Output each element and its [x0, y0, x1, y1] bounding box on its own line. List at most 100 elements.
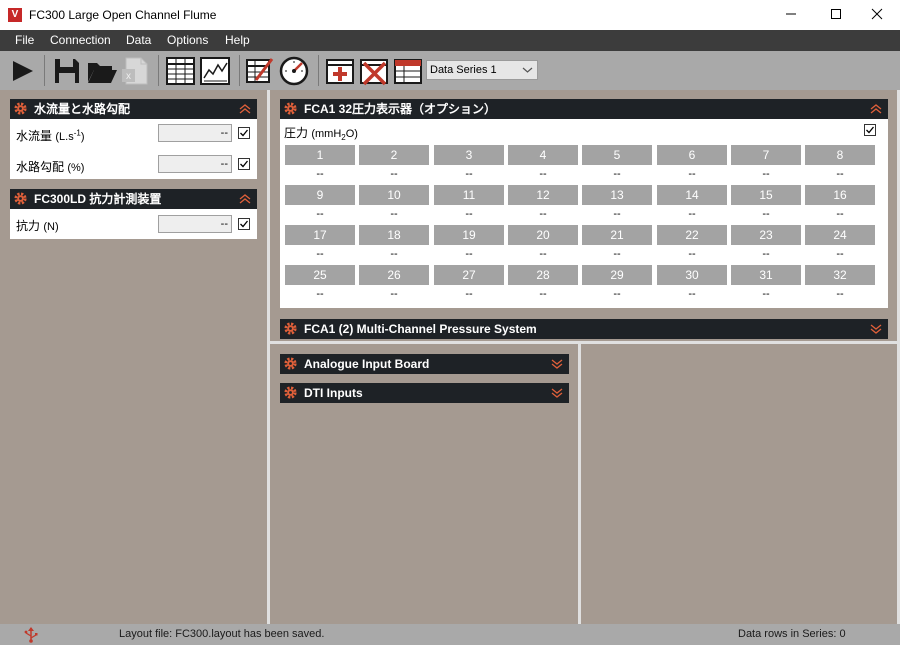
- data-series-selected: Data Series 1: [430, 64, 497, 76]
- gear-icon[interactable]: [283, 356, 298, 371]
- play-icon[interactable]: [10, 54, 36, 87]
- pressure-channel-header: 4: [508, 145, 578, 165]
- chevron-down-double-icon[interactable]: [551, 386, 563, 400]
- add-series-icon[interactable]: [324, 54, 356, 87]
- drag-panel-title: FC300LD 抗力計測装置: [34, 192, 162, 206]
- app-logo-icon: V: [8, 8, 22, 22]
- gear-icon[interactable]: [283, 321, 298, 336]
- pressure-channel-value: --: [465, 288, 473, 300]
- pressure-channel-value: --: [316, 208, 324, 220]
- gear-icon[interactable]: [283, 101, 298, 116]
- gear-icon[interactable]: [13, 191, 28, 206]
- horizontal-pane-splitter[interactable]: [270, 341, 900, 344]
- chevron-up-double-icon[interactable]: [239, 102, 251, 116]
- pressure-channel-value: --: [836, 248, 844, 260]
- left-pane-splitter[interactable]: [267, 90, 270, 624]
- pressure-channel-value: --: [316, 248, 324, 260]
- toolbar: x Data Series 1: [0, 51, 900, 90]
- pressure-label: 圧力 (mmH2O): [284, 126, 358, 143]
- export-excel-icon[interactable]: x: [120, 54, 150, 87]
- toolbar-separator: [158, 55, 159, 86]
- pressure-channel-header: 18: [359, 225, 429, 245]
- maximize-button[interactable]: [813, 0, 859, 30]
- pressure-channel-value: --: [539, 208, 547, 220]
- pressure-channel-header: 26: [359, 265, 429, 285]
- slope-label: 水路勾配 (%): [16, 160, 85, 174]
- pressure-channel-value: --: [613, 248, 621, 260]
- pressure-channel-header: 25: [285, 265, 355, 285]
- menu-help[interactable]: Help: [225, 33, 250, 47]
- graph-view-icon[interactable]: [199, 54, 231, 87]
- pressure-channel-header: 11: [434, 185, 504, 205]
- slope-checkbox[interactable]: [238, 158, 250, 170]
- gauge-icon[interactable]: [278, 54, 311, 87]
- drag-force-checkbox[interactable]: [238, 218, 250, 230]
- menu-data[interactable]: Data: [126, 33, 151, 47]
- chevron-down-double-icon[interactable]: [870, 322, 882, 336]
- pressure-channel-value: --: [613, 168, 621, 180]
- pressure-channel-header: 6: [657, 145, 727, 165]
- pressure-channel-value: --: [613, 288, 621, 300]
- pressure-channel-header: 21: [582, 225, 652, 245]
- menu-bar: File Connection Data Options Help: [0, 30, 900, 51]
- flow-rate-value: --: [158, 124, 232, 142]
- bottom-pane-splitter[interactable]: [578, 344, 581, 624]
- drag-force-value: --: [158, 215, 232, 233]
- pressure-channel-value: --: [836, 168, 844, 180]
- pressure-channel-header: 1: [285, 145, 355, 165]
- pressure-channel-header: 15: [731, 185, 801, 205]
- pressure-channel-value: --: [688, 168, 696, 180]
- status-layout-message: Layout file: FC300.layout has been saved…: [119, 628, 325, 640]
- check-icon: [866, 126, 875, 134]
- pressure-channel-value: --: [390, 208, 398, 220]
- pressure-channel-header: 22: [657, 225, 727, 245]
- dti-panel-header[interactable]: DTI Inputs: [280, 383, 569, 403]
- flow-panel-header[interactable]: 水流量と水路勾配: [10, 99, 257, 119]
- pressure-channel-value: --: [390, 168, 398, 180]
- pressure-channel-value: --: [465, 168, 473, 180]
- pressure-panel-header[interactable]: FCA1 32圧力表示器（オプション）: [280, 99, 888, 119]
- minimize-button[interactable]: [768, 0, 814, 30]
- close-button[interactable]: [854, 0, 900, 30]
- pressure-channel-value: --: [316, 168, 324, 180]
- menu-file[interactable]: File: [15, 33, 34, 47]
- flow-panel-body: 水流量 (L.s-1) -- 水路勾配 (%) --: [10, 119, 257, 179]
- gear-icon[interactable]: [283, 385, 298, 400]
- delete-series-icon[interactable]: [358, 54, 390, 87]
- series-table-icon[interactable]: [392, 54, 424, 87]
- flow-rate-checkbox[interactable]: [238, 127, 250, 139]
- pressure-channel-header: 29: [582, 265, 652, 285]
- dti-panel-title: DTI Inputs: [304, 386, 363, 400]
- open-folder-icon[interactable]: [86, 54, 118, 87]
- analogue-panel-header[interactable]: Analogue Input Board: [280, 354, 569, 374]
- multichannel-panel-header[interactable]: FCA1 (2) Multi-Channel Pressure System: [280, 319, 888, 339]
- edit-table-icon[interactable]: [244, 54, 276, 87]
- gear-icon[interactable]: [13, 101, 28, 116]
- pressure-channel-header: 9: [285, 185, 355, 205]
- title-bar: V FC300 Large Open Channel Flume: [0, 0, 900, 30]
- pressure-channel-value: --: [613, 208, 621, 220]
- close-icon: [871, 8, 883, 20]
- chevron-up-double-icon[interactable]: [239, 192, 251, 206]
- menu-connection[interactable]: Connection: [50, 33, 111, 47]
- chevron-up-double-icon[interactable]: [870, 102, 882, 116]
- table-view-icon[interactable]: [165, 54, 196, 87]
- data-series-dropdown[interactable]: Data Series 1: [426, 60, 538, 80]
- pressure-channel-value: --: [539, 168, 547, 180]
- check-icon: [240, 129, 249, 137]
- chevron-down-double-icon[interactable]: [551, 357, 563, 371]
- pressure-checkbox[interactable]: [864, 124, 876, 136]
- menu-options[interactable]: Options: [167, 33, 208, 47]
- save-icon[interactable]: [52, 54, 82, 87]
- drag-panel-header[interactable]: FC300LD 抗力計測装置: [10, 189, 257, 209]
- check-icon: [240, 160, 249, 168]
- pressure-channel-value: --: [688, 208, 696, 220]
- usb-icon: [24, 627, 38, 643]
- pressure-channel-header: 2: [359, 145, 429, 165]
- analogue-panel-title: Analogue Input Board: [304, 357, 430, 371]
- pressure-channel-header: 27: [434, 265, 504, 285]
- pressure-channel-header: 7: [731, 145, 801, 165]
- pressure-channel-header: 13: [582, 185, 652, 205]
- window-title: FC300 Large Open Channel Flume: [29, 8, 217, 22]
- drag-force-label: 抗力 (N): [16, 219, 59, 233]
